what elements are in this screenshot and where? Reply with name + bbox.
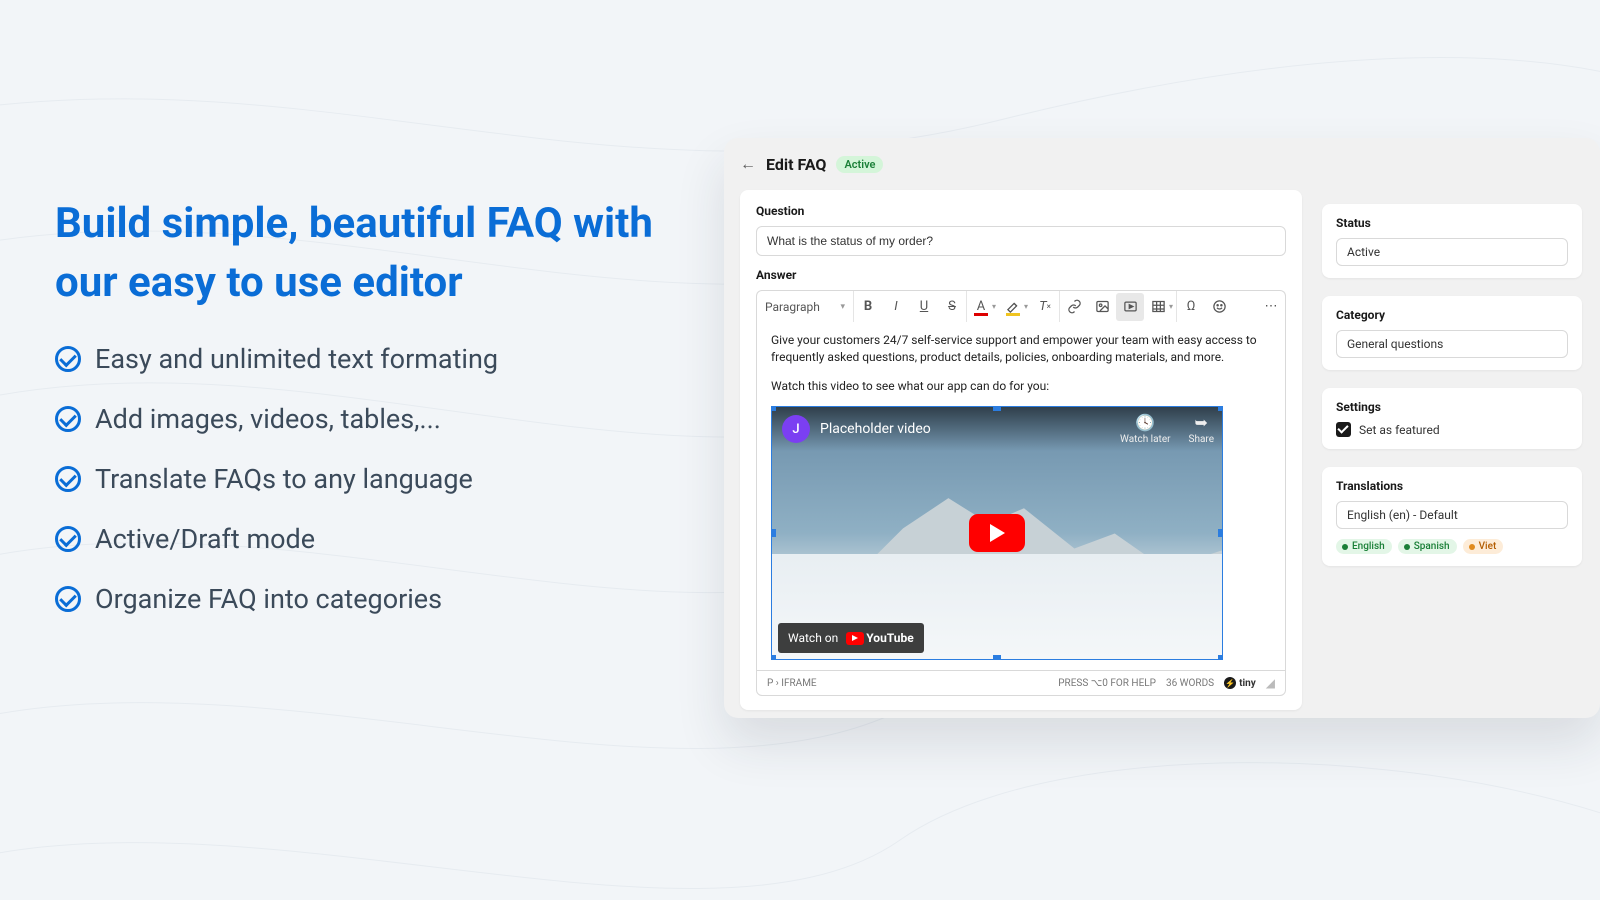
- share-icon: ➥: [1189, 413, 1214, 432]
- image-button[interactable]: [1088, 293, 1116, 321]
- element-path[interactable]: P › IFRAME: [767, 678, 817, 689]
- channel-avatar[interactable]: J: [782, 415, 810, 443]
- tiny-logo-icon: ⚡tiny: [1224, 677, 1256, 689]
- media-button[interactable]: [1116, 293, 1144, 321]
- app-side-column: Status Active Category General questions…: [1322, 154, 1582, 718]
- featured-checkbox[interactable]: Set as featured: [1336, 422, 1568, 437]
- check-icon: [55, 526, 81, 552]
- chevron-down-icon: ▾: [840, 302, 845, 312]
- resize-handle-icon[interactable]: ◢: [1266, 676, 1275, 690]
- link-button[interactable]: [1060, 293, 1088, 321]
- bold-button[interactable]: B: [854, 293, 882, 321]
- clock-icon: 🕓: [1120, 413, 1170, 432]
- check-icon: [55, 406, 81, 432]
- translations-title: Translations: [1336, 479, 1568, 493]
- marketing-headline: Build simple, beautiful FAQ with our eas…: [55, 195, 695, 313]
- emoji-button[interactable]: [1205, 293, 1233, 321]
- share-button[interactable]: ➥Share: [1189, 413, 1214, 445]
- special-char-button[interactable]: Ω: [1177, 293, 1205, 321]
- bullet-item: Add images, videos, tables,...: [55, 403, 695, 435]
- settings-title: Settings: [1336, 400, 1568, 414]
- editor-content[interactable]: Give your customers 24/7 self-service su…: [756, 322, 1286, 670]
- page-header: ← Edit FAQ Active: [740, 154, 1302, 174]
- underline-button[interactable]: U: [910, 293, 938, 321]
- bullet-item: Active/Draft mode: [55, 523, 695, 555]
- app-editor-window: ← Edit FAQ Active Question Answer Paragr…: [724, 138, 1600, 718]
- status-badge: Active: [836, 156, 883, 173]
- text-color-button[interactable]: A: [967, 293, 995, 321]
- youtube-logo-icon: YouTube: [846, 631, 914, 645]
- settings-card: Settings Set as featured: [1322, 388, 1582, 449]
- category-title: Category: [1336, 308, 1568, 322]
- bullet-item: Easy and unlimited text formating: [55, 343, 695, 375]
- strikethrough-button[interactable]: S: [938, 293, 966, 321]
- translations-card: Translations English (en) - Default Engl…: [1322, 467, 1582, 566]
- marketing-bullet-list: Easy and unlimited text formating Add im…: [55, 343, 695, 615]
- page-title: Edit FAQ: [766, 155, 826, 174]
- status-card: Status Active: [1322, 204, 1582, 278]
- video-title: Placeholder video: [820, 421, 931, 437]
- status-select[interactable]: Active: [1336, 238, 1568, 266]
- bullet-item: Organize FAQ into categories: [55, 583, 695, 615]
- question-input[interactable]: [756, 226, 1286, 256]
- question-card: Question Answer Paragraph ▾ B I U S: [740, 190, 1302, 710]
- back-arrow-icon[interactable]: ←: [740, 154, 756, 174]
- watch-later-button[interactable]: 🕓Watch later: [1120, 413, 1170, 445]
- default-language-select[interactable]: English (en) - Default: [1336, 501, 1568, 529]
- editor-toolbar: Paragraph ▾ B I U S A▾ ▾ T×: [756, 290, 1286, 322]
- more-button[interactable]: ⋯: [1257, 293, 1285, 321]
- watch-on-youtube[interactable]: Watch on YouTube: [778, 623, 924, 653]
- category-select[interactable]: General questions: [1336, 330, 1568, 358]
- language-pills: English Spanish Viet: [1336, 539, 1568, 554]
- marketing-panel: Build simple, beautiful FAQ with our eas…: [55, 195, 695, 643]
- play-button[interactable]: [969, 514, 1025, 552]
- language-pill[interactable]: Spanish: [1398, 539, 1457, 554]
- check-icon: [55, 586, 81, 612]
- question-label: Question: [756, 204, 1286, 218]
- check-icon: [55, 346, 81, 372]
- check-icon: [55, 466, 81, 492]
- editor-statusbar: P › IFRAME PRESS ⌥0 FOR HELP 36 WORDS ⚡t…: [756, 670, 1286, 696]
- answer-label: Answer: [756, 268, 1286, 282]
- status-title: Status: [1336, 216, 1568, 230]
- italic-button[interactable]: I: [882, 293, 910, 321]
- embedded-video[interactable]: J Placeholder video 🕓Watch later ➥Share …: [771, 406, 1223, 660]
- video-actions: 🕓Watch later ➥Share: [1120, 413, 1214, 445]
- highlight-button[interactable]: [999, 293, 1027, 321]
- answer-paragraph: Give your customers 24/7 self-service su…: [771, 332, 1271, 366]
- checkbox-icon: [1336, 422, 1351, 437]
- table-button[interactable]: [1144, 293, 1172, 321]
- app-main-column: ← Edit FAQ Active Question Answer Paragr…: [740, 154, 1302, 718]
- language-pill[interactable]: English: [1336, 539, 1392, 554]
- answer-paragraph: Watch this video to see what our app can…: [771, 378, 1271, 395]
- word-count: 36 WORDS: [1166, 678, 1214, 689]
- language-pill[interactable]: Viet: [1463, 539, 1504, 554]
- help-hint: PRESS ⌥0 FOR HELP: [1058, 678, 1156, 689]
- category-card: Category General questions: [1322, 296, 1582, 370]
- bullet-item: Translate FAQs to any language: [55, 463, 695, 495]
- clear-format-button[interactable]: T×: [1031, 293, 1059, 321]
- block-format-select[interactable]: Paragraph ▾: [757, 300, 853, 314]
